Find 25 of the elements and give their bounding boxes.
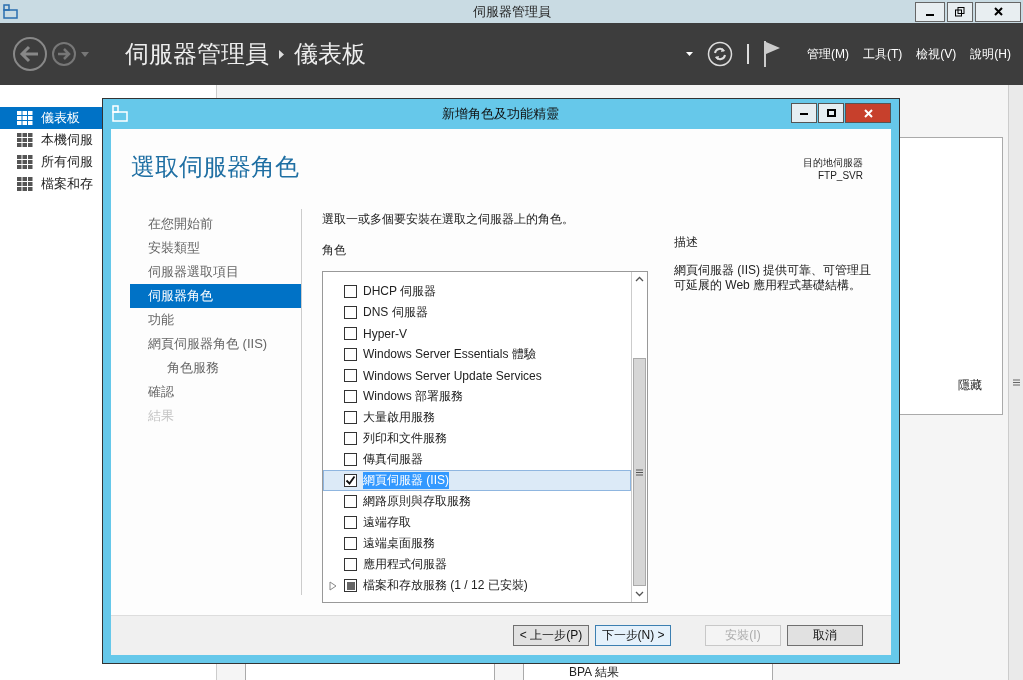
role-label: Windows 部署服務	[363, 388, 463, 405]
role-label: 列印和文件服務	[363, 430, 447, 447]
role-label: 網頁伺服器 (IIS)	[363, 472, 449, 489]
role-label: 遠端桌面服務	[363, 535, 435, 552]
role-label: 檔案和存放服務 (1 / 12 已安裝)	[363, 577, 528, 594]
destination-server: FTP_SVR	[817, 169, 863, 182]
role-label: 遠端存取	[363, 514, 411, 531]
description-label: 描述	[674, 234, 699, 251]
role-label: 應用程式伺服器	[363, 556, 447, 573]
role-label: 傳真伺服器	[363, 451, 423, 468]
role-label: Windows Server Essentials 體驗	[363, 346, 536, 363]
destination-label: 目的地伺服器	[803, 156, 863, 169]
role-label: DNS 伺服器	[363, 304, 428, 321]
dialog-title: 新增角色及功能精靈	[440, 105, 560, 123]
role-label: 大量啟用服務	[363, 409, 435, 426]
page-heading: 選取伺服器角色	[131, 152, 299, 182]
window-title: 伺服器管理員	[472, 2, 552, 21]
instruction-text: 選取一或多個要安裝在選取之伺服器上的角色。	[322, 211, 575, 228]
role-label: Windows Server Update Services	[363, 368, 542, 383]
roles-label: 角色	[322, 242, 347, 259]
tile-label: BPA 結果	[569, 665, 619, 679]
description-text: 網頁伺服器 (IIS) 提供可靠、可管理且可延展的 Web 應用程式基礎結構。	[674, 263, 873, 293]
role-label: Hyper-V	[363, 326, 407, 341]
role-label: DHCP 伺服器	[363, 283, 437, 300]
role-label: 網路原則與存取服務	[363, 493, 471, 510]
